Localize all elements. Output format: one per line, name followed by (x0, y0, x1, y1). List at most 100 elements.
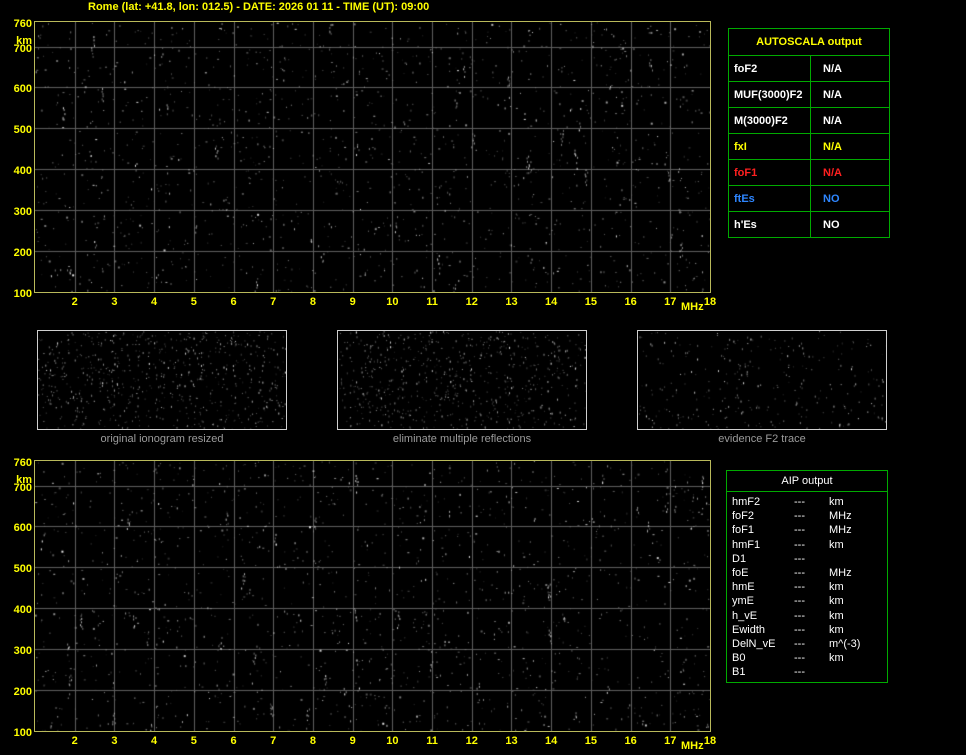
y-tick-label: 300 (13, 206, 32, 219)
x-tick-label: 10 (386, 296, 399, 308)
x-tick-label: 13 (505, 735, 518, 747)
row-label: foF2 (732, 510, 755, 523)
autoscala-screen: Rome (lat: +41.8, lon: 012.5) - DATE: 20… (0, 0, 966, 755)
row-value: --- (794, 538, 805, 551)
x-tick-label: 5 (190, 296, 197, 308)
row-unit: MHz (829, 510, 852, 523)
y-axis-unit: km (16, 474, 32, 486)
aip-table-rows: hmF2 --- km foF2 --- MHz foF1 --- MHz hmF1 --- km D1… (727, 492, 887, 682)
autoscala-table-title: AUTOSCALA output (756, 36, 862, 48)
x-tick-label: 15 (584, 296, 597, 308)
y-tick-label: 400 (13, 604, 32, 617)
x-tick-label: 6 (230, 296, 237, 308)
ionogram-top (34, 21, 711, 293)
table-row: hmF1 --- km (727, 538, 887, 552)
thumbnail-caption: eliminate multiple reflections (392, 433, 532, 445)
y-tick-label: 300 (13, 645, 32, 658)
table-row: fxI N/A (729, 133, 889, 159)
x-tick-label: 12 (465, 296, 478, 308)
x-tick-label: 2 (71, 735, 78, 747)
row-value: --- (794, 652, 805, 665)
row-value: --- (794, 666, 805, 679)
x-tick-label: 16 (624, 296, 637, 308)
x-tick-label: 10 (386, 735, 399, 747)
x-tick-label: 6 (230, 735, 237, 747)
aip-table: AIP output hmF2 --- km foF2 --- MHz foF1 --- MHz… (726, 470, 888, 684)
row-label: DelN_vE (732, 637, 776, 650)
ionogram-bottom (34, 460, 711, 732)
row-label: MUF(3000)F2 (729, 82, 811, 107)
x-tick-label: 11 (426, 296, 438, 308)
x-tick-label: 3 (111, 296, 118, 308)
y-tick-label: 760 (13, 457, 32, 469)
row-unit: km (829, 538, 844, 551)
table-row: h'Es NO (729, 211, 889, 237)
x-tick-label: 4 (151, 735, 158, 747)
y-tick-label: 600 (13, 83, 32, 96)
row-unit: km (829, 595, 844, 608)
ionogram-bottom-canvas (35, 461, 710, 731)
table-row: ymE --- km (727, 594, 887, 608)
row-label: Ewidth (732, 623, 766, 636)
table-row: D1 --- (727, 552, 887, 566)
row-unit (829, 665, 887, 679)
table-row: foF1 N/A (729, 159, 889, 185)
table-row: DelN_vE --- m^(-3) (727, 637, 887, 651)
row-label: D1 (732, 552, 747, 565)
table-row: hmE --- km (727, 580, 887, 594)
thumbnail-original-canvas (38, 331, 286, 429)
row-label: foF2 (729, 56, 811, 81)
autoscala-table: AUTOSCALA output foF2 N/A MUF(3000)F2 N/A M(… (728, 28, 890, 238)
row-unit: km (829, 496, 844, 508)
row-label: hmF1 (732, 538, 761, 551)
row-unit: MHz (829, 566, 852, 579)
row-value: N/A (823, 88, 842, 101)
row-unit: km (829, 652, 844, 665)
table-row: MUF(3000)F2 N/A (729, 81, 889, 107)
x-tick-label: 11 (426, 735, 438, 747)
x-tick-label: 8 (309, 735, 316, 747)
row-unit: km (829, 581, 844, 594)
x-tick-label: 9 (349, 296, 356, 308)
y-tick-label: 600 (13, 522, 32, 535)
row-value: --- (794, 524, 805, 537)
thumbnail-f2-trace (637, 330, 887, 430)
table-row: Ewidth --- km (727, 623, 887, 637)
x-tick-label: 15 (584, 735, 597, 747)
row-label: B1 (732, 666, 746, 679)
row-label: ymE (732, 595, 754, 608)
x-tick-label: 13 (505, 296, 518, 308)
thumbnail-f2-trace-canvas (638, 331, 886, 429)
row-value: --- (794, 552, 805, 565)
page-title: Rome (lat: +41.8, lon: 012.5) - DATE: 20… (88, 1, 430, 13)
x-tick-label: 7 (270, 735, 277, 747)
row-label: h_vE (732, 609, 758, 622)
row-value: --- (794, 496, 805, 508)
row-unit (829, 552, 887, 566)
x-tick-label: 12 (465, 735, 478, 747)
row-label: foF1 (729, 160, 811, 185)
row-value: NO (823, 218, 840, 231)
table-row: h_vE --- km (727, 609, 887, 623)
row-label: hmF2 (732, 496, 761, 508)
row-label: ftEs (729, 186, 811, 211)
row-value: --- (794, 595, 805, 608)
x-tick-label: 16 (624, 735, 637, 747)
table-row: foE --- MHz (727, 566, 887, 580)
row-unit: MHz (829, 524, 852, 537)
row-label: h'Es (729, 212, 811, 237)
y-tick-label: 100 (13, 727, 32, 739)
aip-table-title: AIP output (727, 471, 887, 492)
row-value: --- (794, 609, 805, 622)
y-tick-label: 200 (13, 686, 32, 699)
row-unit: m^(-3) (829, 637, 861, 650)
table-row: M(3000)F2 N/A (729, 107, 889, 133)
table-row: B1 --- (727, 665, 887, 679)
x-tick-label: 3 (111, 735, 118, 747)
table-row: B0 --- km (727, 651, 887, 665)
row-unit: km (829, 609, 844, 622)
table-row: hmF2 --- km (727, 495, 887, 509)
y-tick-label: 400 (13, 165, 32, 178)
row-value: N/A (823, 114, 842, 127)
row-value: --- (794, 510, 805, 523)
